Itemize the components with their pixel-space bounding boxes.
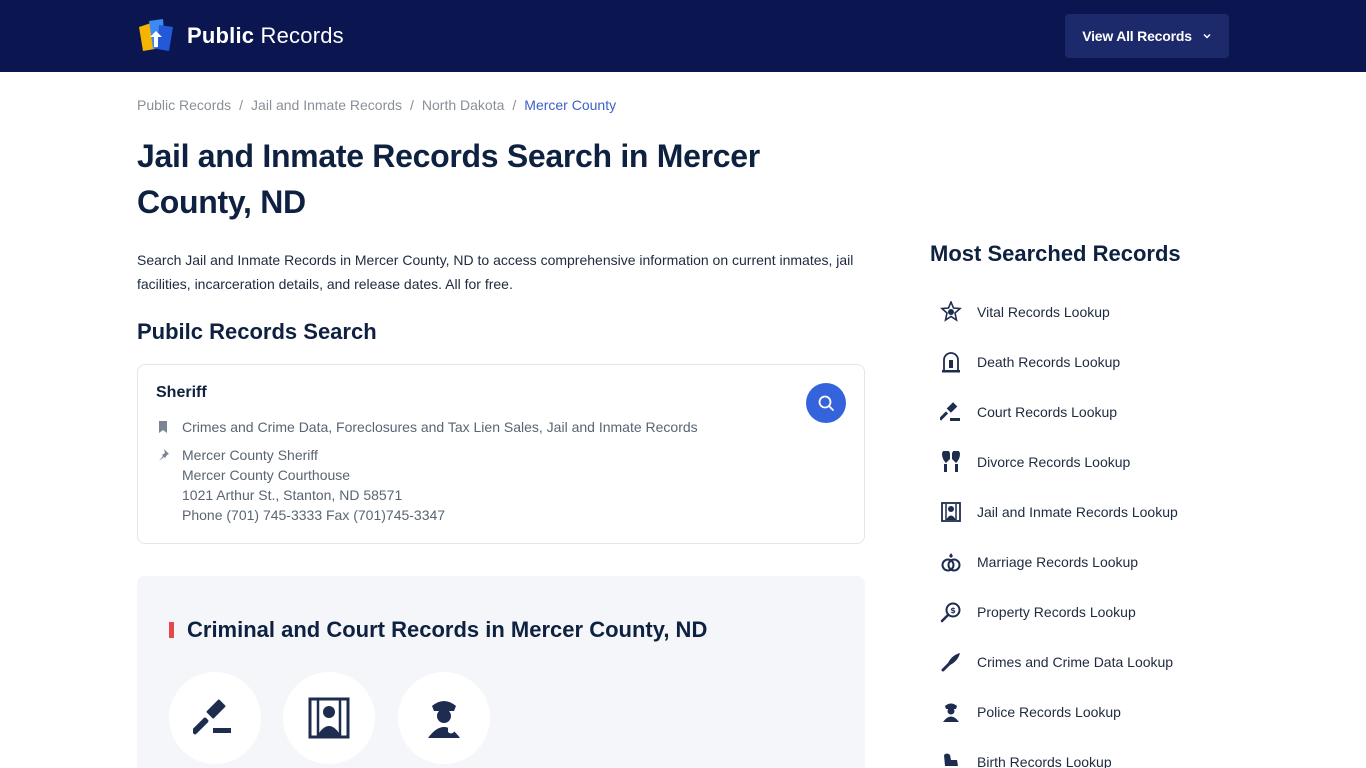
rocking-horse-icon bbox=[944, 753, 958, 766]
card-categories: Crimes and Crime Data, Foreclosures and … bbox=[182, 419, 698, 435]
sidebar-item-label: Divorce Records Lookup bbox=[977, 454, 1131, 470]
bookmark-icon bbox=[159, 421, 167, 433]
logo-text: Public Records bbox=[187, 23, 344, 48]
sidebar-item-vital[interactable]: Vital Records Lookup bbox=[940, 287, 1178, 337]
criminal-section-heading: Criminal and Court Records in Mercer Cou… bbox=[187, 617, 708, 642]
sidebar-item-court[interactable]: Court Records Lookup bbox=[940, 387, 1178, 437]
search-section-heading: Pubilc Records Search bbox=[137, 319, 377, 344]
sidebar-item-label: Crimes and Crime Data Lookup bbox=[977, 654, 1174, 670]
view-all-records-label: View All Records bbox=[1082, 28, 1192, 44]
breadcrumb-public-records[interactable]: Public Records bbox=[137, 97, 231, 113]
card-search-button[interactable] bbox=[806, 383, 846, 423]
breadcrumb-separator: / bbox=[239, 97, 244, 113]
court-records-tile[interactable] bbox=[169, 672, 261, 764]
jail-records-tile[interactable] bbox=[283, 672, 375, 764]
intro-text: Search Jail and Inmate Records in Mercer… bbox=[137, 252, 854, 292]
knife-icon bbox=[941, 653, 960, 672]
sidebar-item-divorce[interactable]: Divorce Records Lookup bbox=[940, 437, 1178, 487]
sidebar-item-police[interactable]: Police Records Lookup bbox=[940, 687, 1178, 737]
page-title: Jail and Inmate Records Search in Mercer… bbox=[137, 138, 760, 220]
breadcrumb-current[interactable]: Mercer County bbox=[524, 97, 616, 113]
sidebar-item-label: Police Records Lookup bbox=[977, 704, 1121, 720]
criminal-court-records-section: Criminal and Court Records in Mercer Cou… bbox=[137, 576, 865, 768]
sidebar-item-death[interactable]: Death Records Lookup bbox=[940, 337, 1178, 387]
police-records-tile[interactable] bbox=[398, 672, 490, 764]
rings-icon bbox=[941, 553, 961, 572]
gavel-icon bbox=[193, 699, 231, 735]
most-searched-heading: Most Searched Records bbox=[930, 241, 1181, 266]
sidebar-item-label: Marriage Records Lookup bbox=[977, 554, 1139, 570]
logo-icon bbox=[139, 19, 173, 51]
most-searched-list: Vital Records Lookup Death Records Looku… bbox=[940, 287, 1178, 768]
address-line: Mercer County Sheriff bbox=[182, 447, 318, 463]
address-line: 1021 Arthur St., Stanton, ND 58571 bbox=[182, 487, 403, 503]
breadcrumb: Public Records / Jail and Inmate Records… bbox=[137, 97, 616, 113]
police-icon bbox=[943, 703, 959, 722]
divorce-icon bbox=[942, 451, 960, 472]
sidebar-item-crimes[interactable]: Crimes and Crime Data Lookup bbox=[940, 637, 1178, 687]
sheriff-record-card: Sheriff Crimes and Crime Data, Foreclosu… bbox=[137, 364, 865, 544]
card-address-row: Mercer County Sheriff Mercer County Cour… bbox=[156, 445, 445, 525]
police-officer-icon bbox=[428, 701, 460, 738]
sidebar-item-label: Death Records Lookup bbox=[977, 354, 1121, 370]
jail-icon bbox=[941, 502, 961, 522]
sidebar-item-label: Property Records Lookup bbox=[977, 604, 1136, 620]
card-categories-row: Crimes and Crime Data, Foreclosures and … bbox=[156, 417, 698, 437]
card-address: Mercer County Sheriff Mercer County Cour… bbox=[182, 445, 445, 525]
top-navbar: Public Records View All Records bbox=[0, 0, 1366, 72]
property-icon: $ bbox=[940, 602, 961, 623]
address-line: Phone (701) 745-3333 Fax (701)745-3347 bbox=[182, 507, 446, 523]
sidebar-item-marriage[interactable]: Marriage Records Lookup bbox=[940, 537, 1178, 587]
tombstone-icon bbox=[942, 352, 960, 373]
sidebar-item-birth[interactable]: Birth Records Lookup bbox=[940, 737, 1178, 768]
sidebar-item-property[interactable]: $ Property Records Lookup bbox=[940, 587, 1178, 637]
site-logo[interactable]: Public Records bbox=[137, 18, 344, 54]
breadcrumb-north-dakota[interactable]: North Dakota bbox=[422, 97, 504, 113]
sidebar-item-jail[interactable]: Jail and Inmate Records Lookup bbox=[940, 487, 1178, 537]
section-accent-bar bbox=[169, 622, 174, 638]
pin-icon bbox=[159, 449, 169, 461]
card-title: Sheriff bbox=[156, 384, 207, 401]
sidebar-item-label: Vital Records Lookup bbox=[977, 304, 1110, 320]
svg-text:$: $ bbox=[950, 606, 956, 615]
sidebar-item-label: Birth Records Lookup bbox=[977, 754, 1112, 768]
view-all-records-button[interactable]: View All Records bbox=[1065, 14, 1229, 58]
breadcrumb-jail-inmate-records[interactable]: Jail and Inmate Records bbox=[251, 97, 402, 113]
address-line: Mercer County Courthouse bbox=[182, 467, 351, 483]
sidebar-item-label: Court Records Lookup bbox=[977, 404, 1118, 420]
breadcrumb-separator: / bbox=[410, 97, 414, 113]
search-icon bbox=[818, 395, 834, 411]
gavel-icon bbox=[940, 402, 960, 421]
vital-icon bbox=[940, 301, 962, 322]
jail-icon bbox=[308, 697, 350, 739]
chevron-down-icon bbox=[1203, 33, 1211, 39]
breadcrumb-separator: / bbox=[512, 97, 517, 113]
sidebar-item-label: Jail and Inmate Records Lookup bbox=[977, 504, 1178, 520]
